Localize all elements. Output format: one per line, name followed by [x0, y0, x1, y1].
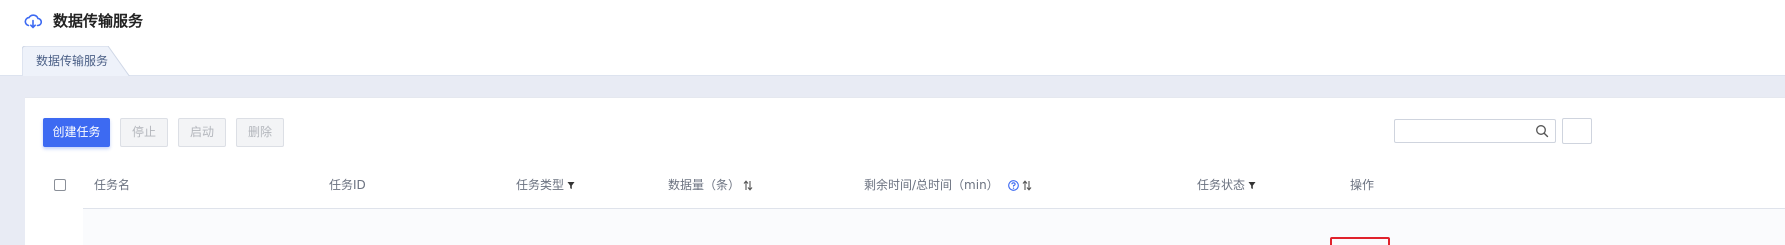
- column-label: 操作: [1350, 178, 1375, 192]
- column-label: 数据量（条）: [668, 178, 741, 192]
- column-label: 任务状态: [1197, 178, 1246, 192]
- column-header-id: 任务ID: [329, 177, 366, 193]
- column-label: 任务名: [94, 178, 131, 192]
- column-header-time: 剩余时间/总时间（min）: [864, 177, 1032, 193]
- help-icon[interactable]: [1007, 179, 1019, 191]
- column-header-name: 任务名: [94, 177, 130, 193]
- tab-data-transfer[interactable]: 数据传输服务: [22, 46, 132, 77]
- column-label: 任务ID: [329, 178, 366, 192]
- tab-label: 数据传输服务: [36, 54, 109, 68]
- highlight-box: [1330, 237, 1390, 245]
- create-task-button[interactable]: 创建任务: [43, 118, 110, 147]
- table-row: [83, 209, 1785, 245]
- delete-button[interactable]: 删除: [236, 118, 284, 147]
- select-all-checkbox[interactable]: [54, 179, 66, 191]
- app-header: 数据传输服务: [0, 0, 1785, 46]
- column-header-type: 任务类型: [516, 177, 575, 193]
- filter-icon[interactable]: [567, 181, 575, 190]
- search-icon[interactable]: [1535, 124, 1549, 138]
- cloud-transfer-icon: [24, 14, 42, 29]
- toolbar-extra-button[interactable]: [1562, 118, 1592, 144]
- app-title: 数据传输服务: [53, 12, 144, 30]
- search-input[interactable]: [1394, 119, 1556, 143]
- start-button[interactable]: 启动: [178, 118, 226, 147]
- sort-icon[interactable]: [743, 179, 753, 191]
- column-label: 任务类型: [516, 178, 565, 192]
- filter-icon[interactable]: [1248, 181, 1256, 190]
- column-header-status: 任务状态: [1197, 177, 1256, 193]
- column-header-actions: 操作: [1350, 177, 1374, 193]
- column-label: 剩余时间/总时间（min）: [864, 178, 999, 192]
- stop-button[interactable]: 停止: [120, 118, 168, 147]
- tab-bar: 数据传输服务: [0, 46, 1785, 77]
- column-header-volume: 数据量（条）: [668, 177, 753, 193]
- sort-icon[interactable]: [1022, 179, 1032, 191]
